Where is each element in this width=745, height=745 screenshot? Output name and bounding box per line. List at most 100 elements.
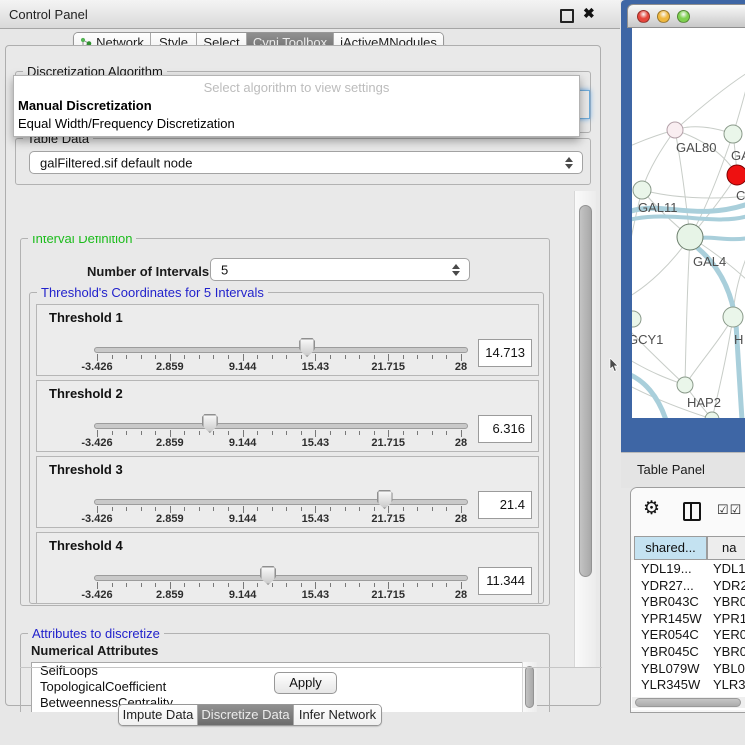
table-cell[interactable]: YBR045C <box>641 644 699 659</box>
table-cell[interactable]: YBL0 <box>713 661 745 676</box>
network-node[interactable] <box>727 165 745 185</box>
network-node[interactable] <box>677 377 693 393</box>
major-tick <box>170 354 171 361</box>
table-data-group: Table Data galFiltered.sif default node <box>15 138 591 185</box>
minor-tick <box>374 355 375 359</box>
minor-tick <box>213 355 214 359</box>
slider-track[interactable] <box>94 499 468 505</box>
table-data-select[interactable]: galFiltered.sif default node <box>29 151 583 174</box>
major-tick <box>461 506 462 513</box>
algorithm-dropdown-popup: Select algorithm to view settings Manual… <box>13 75 580 137</box>
minor-tick <box>286 355 287 359</box>
threshold-value-field[interactable]: 21.4 <box>478 491 532 519</box>
network-node-label: C <box>736 188 745 203</box>
network-node[interactable] <box>724 125 742 143</box>
minor-tick <box>345 507 346 511</box>
table-cell[interactable]: YBL079W <box>641 661 700 676</box>
thresholds-group: Threshold's Coordinates for 5 Intervals … <box>29 292 544 604</box>
table-cell[interactable]: YBR0 <box>713 594 745 609</box>
table-cell[interactable]: YDR2 <box>713 578 745 593</box>
network-window-titlebar[interactable] <box>627 4 745 28</box>
algorithm-option[interactable]: Manual Discretization <box>18 98 152 113</box>
algorithm-option[interactable]: Equal Width/Frequency Discretization <box>18 116 235 131</box>
minor-tick <box>417 507 418 511</box>
minor-tick <box>446 507 447 511</box>
gear-icon[interactable]: ⚙ <box>643 499 660 518</box>
tab-infer-network[interactable]: Infer Network <box>294 705 381 725</box>
network-node[interactable] <box>632 311 641 327</box>
table-cell[interactable]: YPR145W <box>641 611 702 626</box>
table-cell[interactable]: YDL1 <box>713 561 745 576</box>
tab-discretize-data[interactable]: Discretize Data <box>198 705 294 725</box>
attributes-list-scrollbar[interactable] <box>522 662 537 712</box>
minor-tick <box>417 355 418 359</box>
table-row[interactable]: YBR045C YBR0 <box>631 643 745 660</box>
table-cell[interactable]: YER0 <box>713 627 745 642</box>
select-columns-checkboxes-icon[interactable]: ☑☑ <box>717 502 742 518</box>
minor-tick <box>155 583 156 587</box>
tick-label: -3.426 <box>81 589 112 601</box>
network-node[interactable] <box>633 181 651 199</box>
table-cell[interactable]: YLR345W <box>641 677 700 692</box>
slider-thumb[interactable] <box>202 414 218 433</box>
minor-tick <box>184 583 185 587</box>
table-column-header[interactable]: shared... <box>634 536 707 560</box>
slider-thumb[interactable] <box>260 566 276 585</box>
network-edge <box>685 317 733 385</box>
table-row[interactable]: YLR345W YLR3 <box>631 676 745 693</box>
table-row[interactable]: YBL079W YBL0 <box>631 660 745 677</box>
table-horizontal-scrollbar-thumb[interactable] <box>635 698 741 707</box>
mac-zoom-button[interactable] <box>677 10 690 23</box>
columns-icon[interactable] <box>683 502 701 521</box>
table-cell[interactable]: YDR27... <box>641 578 694 593</box>
network-node[interactable] <box>677 224 703 250</box>
threshold-value-field[interactable]: 6.316 <box>478 415 532 443</box>
threshold-value-field[interactable]: 11.344 <box>478 567 532 595</box>
minor-tick <box>359 355 360 359</box>
tick-label: 21.715 <box>371 437 405 449</box>
main-scrollbar[interactable] <box>574 191 596 667</box>
major-tick <box>243 506 244 513</box>
table-cell[interactable]: YLR3 <box>713 677 745 692</box>
close-icon[interactable]: ✖ <box>583 5 595 22</box>
main-scrollbar-thumb[interactable] <box>579 205 592 577</box>
table-cell[interactable]: YBR043C <box>641 594 699 609</box>
thresholds-group-title: Threshold's Coordinates for 5 Intervals <box>37 285 268 300</box>
table-row[interactable]: YBR043C YBR0 <box>631 593 745 610</box>
slider-track[interactable] <box>94 347 468 353</box>
network-node-label: GA <box>731 148 745 163</box>
table-data-value: galFiltered.sif default node <box>40 155 192 170</box>
network-node[interactable] <box>667 122 683 138</box>
minor-tick <box>301 431 302 435</box>
interval-definition-title: Interval Definition <box>28 236 136 246</box>
minor-tick <box>199 583 200 587</box>
network-node[interactable] <box>723 307 743 327</box>
major-tick <box>461 582 462 589</box>
table-row[interactable]: YER054C YER0 <box>631 626 745 643</box>
threshold-panel: Threshold 2-3.4262.8599.14415.4321.71528… <box>36 380 539 452</box>
table-cell[interactable]: YPR1 <box>713 611 745 626</box>
attributes-list-scrollbar-thumb[interactable] <box>525 666 534 708</box>
mac-minimize-button[interactable] <box>657 10 670 23</box>
major-tick <box>388 430 389 437</box>
mac-close-button[interactable] <box>637 10 650 23</box>
slider-track[interactable] <box>94 575 468 581</box>
table-row[interactable]: YDL19... YDL1 <box>631 560 745 577</box>
network-canvas[interactable]: GAL80GACGAL11GAL4HGCY1HAP2 <box>632 28 745 418</box>
table-horizontal-scrollbar[interactable] <box>632 697 745 708</box>
minor-tick <box>141 355 142 359</box>
panel-title: Control Panel <box>9 7 88 22</box>
threshold-value-field[interactable]: 14.713 <box>478 339 532 367</box>
float-window-icon[interactable] <box>560 9 574 23</box>
table-row[interactable]: YPR145W YPR1 <box>631 610 745 627</box>
tab-impute-data[interactable]: Impute Data <box>119 705 198 725</box>
table-cell[interactable]: YBR0 <box>713 644 745 659</box>
num-intervals-select[interactable]: 5 <box>210 258 470 281</box>
table-row[interactable]: YDR27... YDR2 <box>631 577 745 594</box>
table-cell[interactable]: YER054C <box>641 627 699 642</box>
table-cell[interactable]: YDL19... <box>641 561 692 576</box>
table-column-header[interactable]: na <box>707 536 745 560</box>
apply-button[interactable]: Apply <box>274 672 337 694</box>
slider-thumb[interactable] <box>377 490 393 509</box>
slider-track[interactable] <box>94 423 468 429</box>
